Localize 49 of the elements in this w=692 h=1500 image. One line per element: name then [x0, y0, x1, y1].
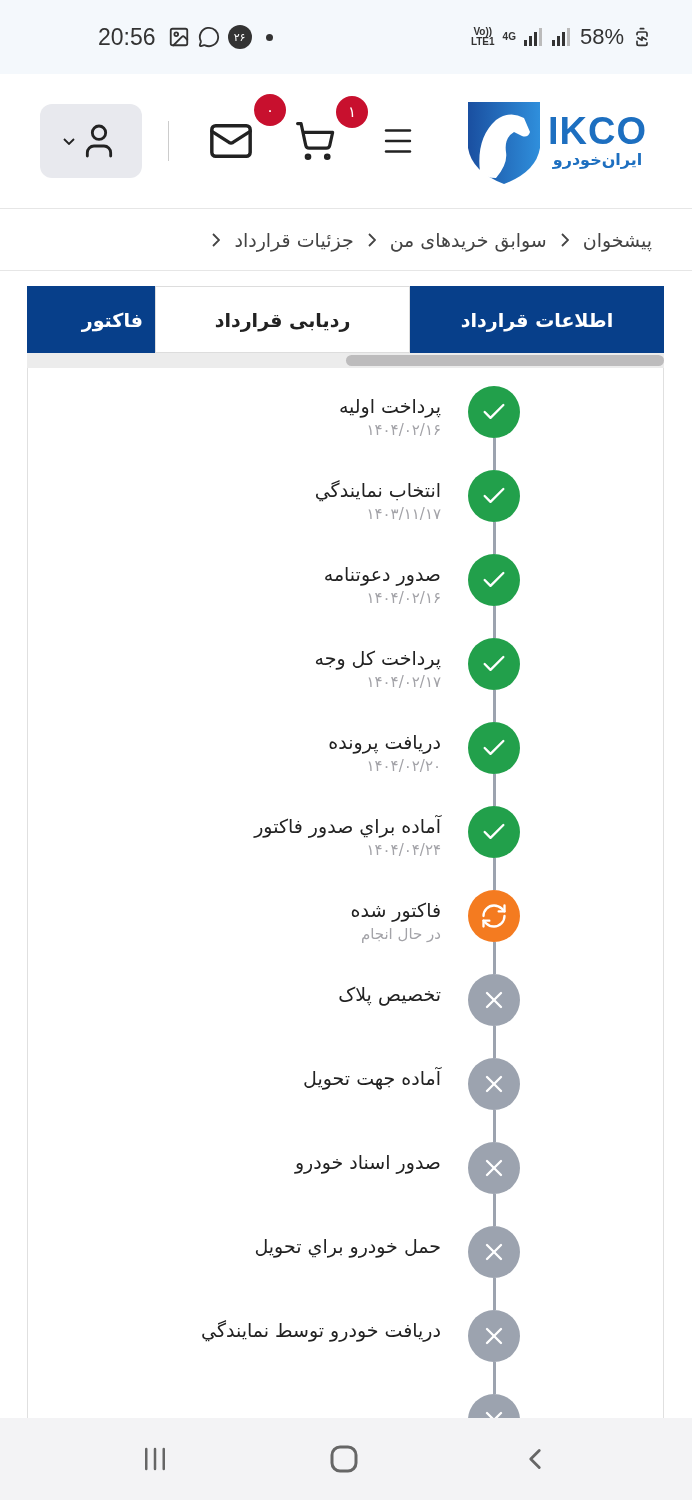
image-icon [167, 26, 190, 48]
step-title: انتخاب نمايندگي [314, 479, 441, 501]
step-title: فاکتور شده [350, 899, 441, 921]
step-date: در حال انجام [359, 925, 441, 943]
step-title: آماده جهت تحویل [303, 1067, 441, 1089]
caret-icon [63, 137, 75, 145]
chevron-icon [560, 232, 569, 247]
cart-count: ۱ [336, 96, 368, 128]
notification-count: ۲۶ [227, 25, 252, 49]
step-title: تخصیص پلاک [338, 983, 441, 1005]
logo-persian-wordmark: ایران‌خودرو [552, 150, 643, 170]
step-title: صدور اسناد خودرو [294, 1151, 441, 1173]
tab[interactable]: فاکتور [27, 286, 155, 353]
notification-dot [265, 33, 273, 41]
chevron-icon [212, 232, 221, 247]
step-title: پرداخت اولیه [338, 395, 441, 417]
account-button[interactable] [40, 104, 142, 178]
breadcrumb-link[interactable]: جزئیات قرارداد [234, 228, 354, 251]
step-title: دریافت خودرو توسط نمايندگي [201, 1319, 441, 1341]
step-date: ۱۴۰۴/۰۲/۱۶ [365, 421, 441, 439]
step-date: ۱۴۰۴/۰۲/۱۷ [365, 673, 441, 691]
lte-label: LTE1 [470, 37, 495, 47]
step-title: حمل خودرو براي تحویل [254, 1235, 441, 1257]
status-time: 20:56 [98, 23, 156, 51]
battery-percent: 58% [579, 24, 624, 50]
step-date: ۱۴۰۴/۰۴/۲۴ [365, 841, 441, 859]
tab[interactable]: ردیابی قرارداد [155, 286, 410, 353]
step-date: ۱۴۰۴/۰۲/۱۶ [365, 589, 441, 607]
breadcrumb-link[interactable]: سوابق خریدهای من [389, 228, 547, 251]
cart-button[interactable] [294, 120, 336, 162]
signal-icon [523, 28, 544, 46]
step-title: آماده براي صدور فاکتور [254, 815, 441, 837]
breadcrumb-link[interactable]: پیشخوان [582, 228, 652, 251]
step-title: صدور دعوتنامه [323, 563, 441, 585]
scrollbar-thumb[interactable] [346, 355, 664, 366]
volte-label: Vo)) [472, 27, 493, 37]
refresh-icon [480, 902, 508, 930]
home-icon[interactable] [330, 1445, 358, 1473]
chevron-icon [367, 232, 376, 247]
chat-icon [197, 26, 220, 48]
network-label: 4G [502, 32, 516, 42]
mail-count: ۰ [254, 94, 286, 126]
tab[interactable]: اطلاعات قرارداد [410, 286, 664, 353]
step-title: پرداخت کل وجه [314, 647, 441, 669]
step-title: دریافت پرونده [328, 731, 441, 753]
step-date: ۱۴۰۴/۰۲/۲۰ [365, 757, 441, 775]
step-date: ۱۴۰۳/۱۱/۱۷ [365, 505, 441, 523]
signal-icon [551, 28, 572, 46]
logo-wordmark: IKCO [548, 112, 647, 150]
